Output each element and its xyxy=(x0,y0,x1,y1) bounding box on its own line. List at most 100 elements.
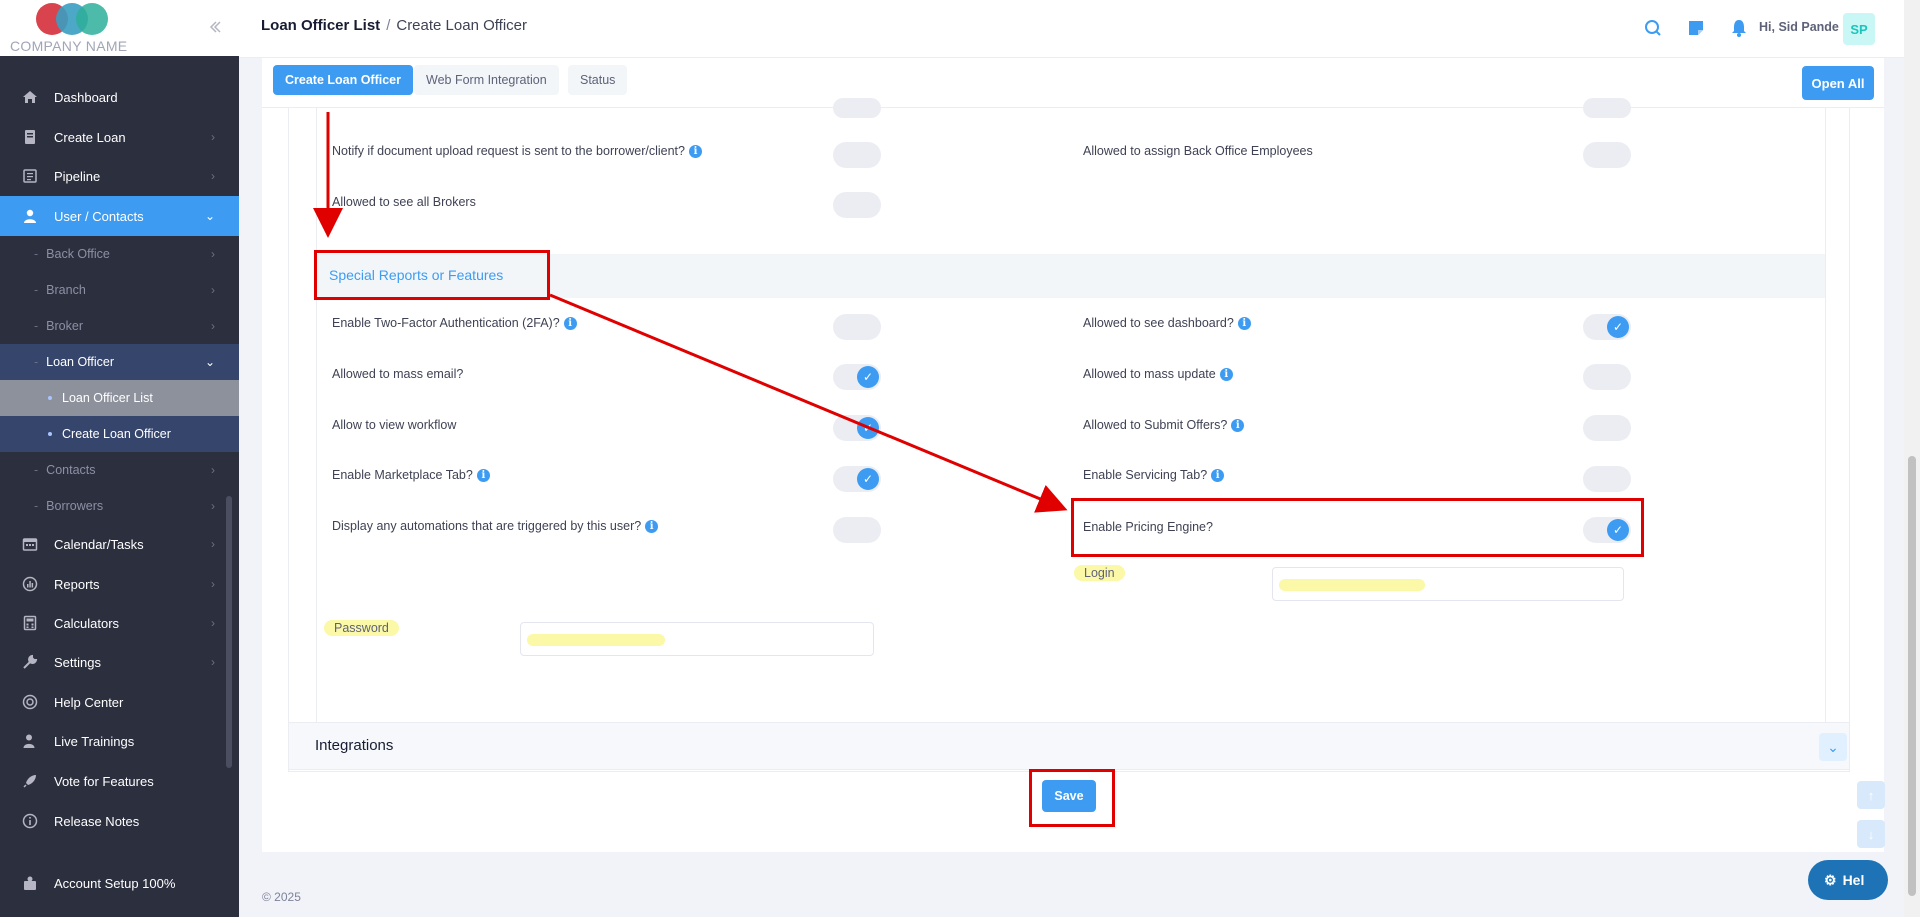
info-icon[interactable]: i xyxy=(1219,368,1233,381)
breadcrumb-root[interactable]: Loan Officer List xyxy=(261,17,380,34)
info-icon[interactable]: i xyxy=(563,317,577,330)
marketplace-tab-toggle[interactable]: ✓ xyxy=(833,466,881,492)
sidebar-item-release-notes[interactable]: Release Notes xyxy=(0,802,239,840)
calendar-icon xyxy=(22,536,38,552)
mass-update-toggle[interactable]: ✓ xyxy=(1583,364,1631,390)
sidebar-subitem-create-loan-officer[interactable]: Create Loan Officer xyxy=(0,416,239,452)
sidebar-subitem-loan-officer[interactable]: - Loan Officer ⌄ xyxy=(0,344,239,380)
sidebar-item-dashboard[interactable]: Dashboard xyxy=(0,78,239,116)
sticky-note-icon[interactable] xyxy=(1686,18,1706,38)
open-all-button[interactable]: Open All xyxy=(1802,66,1874,100)
sidebar-subitem-label: Back Office xyxy=(46,247,110,261)
tab-web-form-integration[interactable]: Web Form Integration xyxy=(414,65,559,95)
mass-update-label: Allowed to mass update i xyxy=(1083,367,1233,381)
chevron-down-icon: ⌄ xyxy=(204,209,215,223)
sidebar-subitem-borrowers[interactable]: - Borrowers › xyxy=(0,488,239,524)
sidebar-subitem-loan-officer-list[interactable]: Loan Officer List xyxy=(0,380,239,416)
sidebar-item-label: Pipeline xyxy=(54,168,101,184)
sidebar-item-vote-for-features[interactable]: Vote for Features xyxy=(0,762,239,800)
chevron-right-icon: › xyxy=(211,169,215,183)
notify-upload-request-label: Notify if document upload request is sen… xyxy=(332,144,702,158)
sidebar-subitem-label: Loan Officer xyxy=(46,355,115,369)
servicing-tab-toggle[interactable]: ✓ xyxy=(1583,466,1631,492)
chevron-right-icon: › xyxy=(211,247,215,261)
info-icon[interactable]: i xyxy=(476,469,490,482)
assign-back-office-toggle[interactable]: ✓ xyxy=(1583,142,1631,168)
view-workflow-toggle[interactable]: ✓ xyxy=(833,415,881,441)
password-label: Password xyxy=(324,620,399,636)
display-automations-toggle[interactable]: ✓ xyxy=(833,517,881,543)
sidebar-item-live-trainings[interactable]: Live Trainings xyxy=(0,722,239,760)
sidebar-subitem-label: Loan Officer List xyxy=(62,391,153,405)
sidebar-item-account-setup[interactable]: Account Setup 100% xyxy=(0,864,239,902)
list-icon xyxy=(22,168,38,184)
breadcrumb: Loan Officer List / Create Loan Officer xyxy=(261,17,527,34)
help-icon: ⚙ xyxy=(1824,871,1837,888)
mass-email-toggle[interactable]: ✓ xyxy=(833,364,881,390)
sidebar-item-label: User / Contacts xyxy=(54,208,144,224)
sidebar-item-settings[interactable]: Settings › xyxy=(0,643,239,681)
info-icon[interactable]: i xyxy=(1237,317,1251,330)
assign-back-office-label: Allowed to assign Back Office Employees xyxy=(1083,144,1313,158)
chevron-right-icon: › xyxy=(211,577,215,591)
footer-copyright: © 2025 xyxy=(262,890,301,904)
sidebar-item-label: Vote for Features xyxy=(54,773,154,789)
enable-2fa-toggle[interactable]: ✓ xyxy=(833,314,881,340)
users-icon xyxy=(22,208,38,224)
login-input[interactable] xyxy=(1272,567,1624,601)
sidebar-item-label: Dashboard xyxy=(54,89,118,105)
info-icon[interactable]: i xyxy=(1231,419,1245,432)
sidebar-item-calculators[interactable]: Calculators › xyxy=(0,604,239,642)
chevron-right-icon: › xyxy=(211,283,215,297)
info-icon[interactable]: i xyxy=(688,145,702,158)
collapse-sidebar-icon[interactable] xyxy=(206,18,224,36)
chevron-right-icon: › xyxy=(211,537,215,551)
sidebar-subitem-contacts[interactable]: - Contacts › xyxy=(0,452,239,488)
submit-offers-toggle[interactable]: ✓ xyxy=(1583,415,1631,441)
info-icon[interactable]: i xyxy=(645,520,659,533)
sidebar-subitem-branch[interactable]: - Branch › xyxy=(0,272,239,308)
sidebar-item-user-contacts[interactable]: User / Contacts ⌄ xyxy=(0,196,239,236)
password-input[interactable] xyxy=(520,622,874,656)
toggle-partial-left[interactable] xyxy=(833,98,881,118)
search-icon[interactable] xyxy=(1643,18,1663,38)
sidebar-subitem-broker[interactable]: - Broker › xyxy=(0,308,239,344)
tab-bar: Create Loan Officer Web Form Integration… xyxy=(262,58,1884,108)
page-scrollbar[interactable] xyxy=(1904,0,1920,917)
document-icon xyxy=(22,129,38,145)
info-icon[interactable]: i xyxy=(1211,469,1225,482)
sidebar-item-calendar-tasks[interactable]: Calendar/Tasks › xyxy=(0,525,239,563)
sidebar-item-create-loan[interactable]: Create Loan › xyxy=(0,118,239,156)
toggle-partial-right[interactable] xyxy=(1583,98,1631,118)
user-greeting: Hi, Sid Pande xyxy=(1759,20,1839,34)
tab-create-loan-officer[interactable]: Create Loan Officer xyxy=(273,65,414,95)
company-name: COMPANY NAME xyxy=(10,38,128,54)
bell-icon[interactable] xyxy=(1729,18,1749,38)
sidebar-item-pipeline[interactable]: Pipeline › xyxy=(0,157,239,195)
sidebar-subitem-back-office[interactable]: - Back Office › xyxy=(0,236,239,272)
sidebar-item-label: Settings xyxy=(54,654,101,670)
scroll-up-icon[interactable]: ↑ xyxy=(1857,781,1885,809)
see-all-brokers-toggle[interactable]: ✓ xyxy=(833,192,881,218)
scroll-down-icon[interactable]: ↓ xyxy=(1857,820,1885,848)
notify-upload-request-toggle[interactable]: ✓ xyxy=(833,142,881,168)
see-dashboard-toggle[interactable]: ✓ xyxy=(1583,314,1631,340)
sidebar-item-help-center[interactable]: Help Center xyxy=(0,683,239,721)
sidebar-item-label: Account Setup 100% xyxy=(54,875,176,891)
breadcrumb-current: Create Loan Officer xyxy=(396,17,527,34)
sidebar-item-label: Calculators xyxy=(54,615,120,631)
help-widget-button[interactable]: ⚙ Hel xyxy=(1808,860,1888,900)
sidebar-scrollbar[interactable] xyxy=(226,496,232,768)
integrations-section[interactable]: Integrations ⌄ xyxy=(288,722,1850,770)
chevron-right-icon: › xyxy=(211,616,215,630)
breadcrumb-separator: / xyxy=(386,17,391,34)
tab-status[interactable]: Status xyxy=(568,65,628,95)
enable-2fa-label: Enable Two-Factor Authentication (2FA)? i xyxy=(332,316,577,330)
company-logo xyxy=(36,3,108,35)
sidebar-item-reports[interactable]: Reports › xyxy=(0,565,239,603)
avatar[interactable]: SP xyxy=(1843,13,1875,45)
main-panel: Create Loan Officer Web Form Integration… xyxy=(262,58,1884,852)
sidebar-item-label: Release Notes xyxy=(54,813,140,829)
sidebar-item-label: Live Trainings xyxy=(54,733,135,749)
chevron-down-icon[interactable]: ⌄ xyxy=(1819,733,1847,761)
